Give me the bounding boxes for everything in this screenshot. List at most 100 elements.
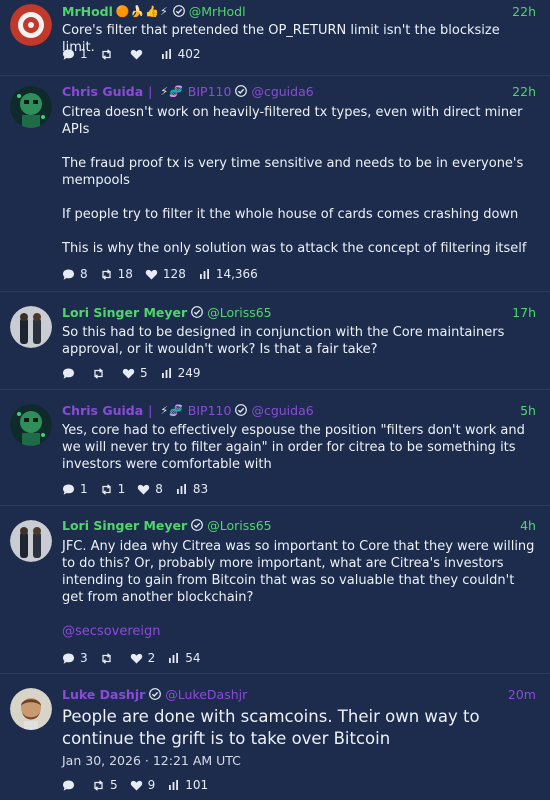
reply-thread: MrHodl 🟠🍌👍⚡ @MrHodl 22h Core's filter th… [0,0,550,800]
avatar[interactable] [10,86,52,128]
heart-icon [122,367,135,380]
views-count[interactable]: 402 [160,47,201,61]
tweet-text: People are done with scamcoins. Their ow… [62,707,480,748]
author-handle[interactable]: @LukeDashjr [165,687,247,702]
speech-bubble-icon [62,367,75,380]
author-handle[interactable]: @Loriss65 [207,518,271,533]
views-count[interactable]: 249 [160,366,201,380]
tweet-text: Yes, core had to effectively espouse the… [62,423,525,472]
bar-chart-icon [167,652,180,665]
name-emoji-badges: ⚡🧬 [160,403,184,417]
author-name[interactable]: MrHodl [62,4,113,19]
repost-button[interactable] [100,48,118,61]
reply-button[interactable]: 8 [62,267,88,281]
like-button[interactable] [130,48,148,61]
timestamp[interactable]: 22h [512,4,536,19]
repost-button[interactable] [100,652,118,665]
verified-check-icon [235,404,248,416]
heart-icon [137,483,150,496]
tweet[interactable]: MrHodl 🟠🍌👍⚡ @MrHodl 22h Core's filter th… [0,0,550,76]
repost-button[interactable]: 18 [100,267,133,281]
heart-icon [130,48,143,61]
tweet-stats: 5 249 [62,365,213,381]
author-handle[interactable]: @cguida6 [251,84,313,99]
bip-tag: BIP110 [187,402,232,418]
author-name[interactable]: Lori Singer Meyer [62,518,187,533]
views-count[interactable]: 54 [167,651,201,665]
reply-button[interactable] [62,367,80,380]
bar-chart-icon [160,367,173,380]
views-count[interactable]: 14,366 [198,267,258,281]
timestamp[interactable]: 4h [520,518,536,533]
avatar[interactable] [10,404,52,446]
tweet-stats: 8 18 128 14,366 [62,266,270,282]
reply-button[interactable]: 3 [62,651,88,665]
timestamp[interactable]: 5h [520,403,536,418]
avatar[interactable] [10,688,52,730]
tweet-stats: 5 9 101 [62,777,220,793]
views-count[interactable]: 83 [175,482,208,496]
tweet-text: Citrea doesn't work on heavily-filtered … [62,105,527,256]
tweet[interactable]: Lori Singer Meyer @Loriss65 4h JFC. Any … [0,506,550,674]
timestamp[interactable]: 17h [512,305,536,320]
repost-button[interactable]: 5 [92,778,118,792]
speech-bubble-icon [62,483,75,496]
speech-bubble-icon [62,652,75,665]
verified-check-icon [235,85,248,97]
bar-chart-icon [167,779,180,792]
tweet-focused[interactable]: Luke Dashjr @LukeDashjr 20m People are d… [0,674,550,800]
bar-chart-icon [175,483,188,496]
views-count[interactable]: 101 [167,778,208,792]
speech-bubble-icon [62,268,75,281]
tweet-stats: 3 2 54 [62,650,213,666]
timestamp[interactable]: 22h [512,84,536,99]
retweet-arrows-icon [92,367,105,380]
like-button[interactable]: 8 [137,482,163,496]
verified-check-icon [191,306,204,318]
retweet-arrows-icon [100,652,113,665]
speech-bubble-icon [62,48,75,61]
tweet-date[interactable]: Jan 30, 2026 · 12:21 AM UTC [62,753,241,768]
name-emoji-badges: 🟠🍌👍⚡ [115,4,169,18]
tweet[interactable]: Lori Singer Meyer @Loriss65 17h So this … [0,292,550,390]
verified-check-icon [149,688,162,700]
heart-icon [130,779,143,792]
bar-chart-icon [160,48,173,61]
reply-button[interactable]: 1 [62,482,88,496]
author-handle[interactable]: @cguida6 [251,403,313,418]
reply-button[interactable]: 1 [62,47,88,61]
mention-link[interactable]: @secsovereign [62,623,536,640]
retweet-arrows-icon [92,779,105,792]
bip-tag: BIP110 [187,83,232,99]
avatar[interactable] [10,520,52,562]
tweet[interactable]: Chris Guida | ⚡🧬 BIP110 @cguida6 22h Cit… [0,76,550,292]
author-name[interactable]: Chris Guida [62,84,143,99]
author-handle[interactable]: @Loriss65 [207,305,271,320]
author-name[interactable]: Chris Guida [62,403,143,418]
like-button[interactable]: 2 [130,651,155,665]
timestamp[interactable]: 20m [508,687,536,702]
author-name[interactable]: Luke Dashjr [62,687,145,702]
repost-button[interactable]: 1 [100,482,125,496]
avatar[interactable] [10,306,52,348]
heart-icon [130,652,143,665]
author-name[interactable]: Lori Singer Meyer [62,305,187,320]
retweet-arrows-icon [100,268,113,281]
like-button[interactable]: 9 [130,778,155,792]
tweet[interactable]: Chris Guida | ⚡🧬 BIP110 @cguida6 5h Yes,… [0,390,550,506]
verified-check-icon [172,5,185,17]
reply-button[interactable] [62,779,80,792]
author-handle[interactable]: @MrHodl [189,4,246,19]
speech-bubble-icon [62,779,75,792]
like-button[interactable]: 128 [145,267,186,281]
name-emoji-badges: ⚡🧬 [160,84,184,98]
verified-check-icon [191,519,204,531]
tweet-text: So this had to be designed in conjunctio… [62,325,505,357]
repost-button[interactable] [92,367,110,380]
name-separator: | [148,402,153,418]
bar-chart-icon [198,268,211,281]
avatar[interactable] [10,4,52,46]
tweet-stats: 1 402 [62,46,213,62]
like-button[interactable]: 5 [122,366,148,380]
retweet-arrows-icon [100,48,113,61]
